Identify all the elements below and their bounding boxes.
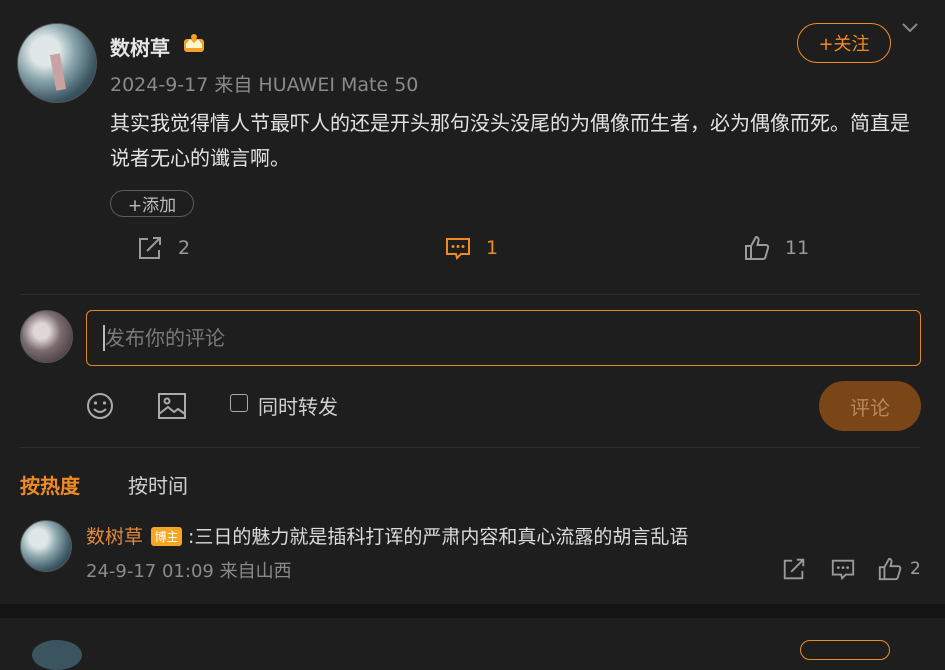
comment-count: 1: [486, 237, 499, 259]
my-avatar: [20, 310, 73, 363]
post-meta: 2024-9-17 来自 HUAWEI Mate 50: [110, 74, 419, 96]
next-post-follow-button[interactable]: [800, 640, 890, 660]
repost-checkbox[interactable]: [230, 394, 248, 412]
card-separator: [0, 604, 945, 618]
comment-icon: [446, 238, 470, 260]
like-count: 11: [785, 237, 810, 259]
submit-comment-button[interactable]: 评论: [819, 381, 921, 431]
author-name[interactable]: 数树草: [110, 32, 170, 61]
comment-like-count: 2: [910, 559, 921, 579]
image-icon[interactable]: [156, 390, 188, 422]
comment-icon[interactable]: [830, 556, 856, 582]
comment-text: :三日的魅力就是插科打诨的严肃内容和真心流露的胡言乱语: [188, 526, 689, 548]
divider: [20, 294, 920, 295]
crown-icon: [184, 34, 204, 52]
text-caret: [103, 325, 105, 351]
comment-input[interactable]: [86, 310, 921, 366]
repost-checkbox-label[interactable]: 同时转发: [258, 391, 338, 420]
repost-count: 2: [178, 237, 191, 259]
repost-action[interactable]: 2: [136, 234, 190, 262]
comment-action[interactable]: 1: [444, 234, 498, 262]
emoji-icon[interactable]: [84, 390, 116, 422]
share-icon: [139, 237, 161, 259]
sort-by-hot-tab[interactable]: 按热度: [20, 470, 80, 499]
add-tag-button[interactable]: +添加: [110, 190, 194, 217]
follow-button[interactable]: +关注: [797, 23, 891, 63]
author-avatar[interactable]: [17, 23, 97, 103]
divider: [20, 447, 920, 448]
sort-by-time-tab[interactable]: 按时间: [128, 470, 188, 499]
thumbs-up-icon[interactable]: [877, 556, 903, 582]
share-icon[interactable]: [781, 556, 807, 582]
comment-avatar[interactable]: [20, 520, 72, 572]
post-card: 数树草 2024-9-17 来自 HUAWEI Mate 50 +关注 其实我觉…: [0, 0, 945, 604]
thumbs-up-icon: [745, 235, 770, 260]
author-badge: 博主: [151, 527, 182, 546]
chevron-down-icon[interactable]: [900, 20, 920, 36]
comment-author[interactable]: 数树草: [86, 522, 143, 549]
like-action[interactable]: 11: [743, 234, 809, 262]
post-text: 其实我觉得情人节最吓人的还是开头那句没头没尾的为偶像而生者，必为偶像而死。简直是…: [110, 111, 910, 170]
comment-meta: 24-9-17 01:09 来自山西: [86, 561, 292, 582]
